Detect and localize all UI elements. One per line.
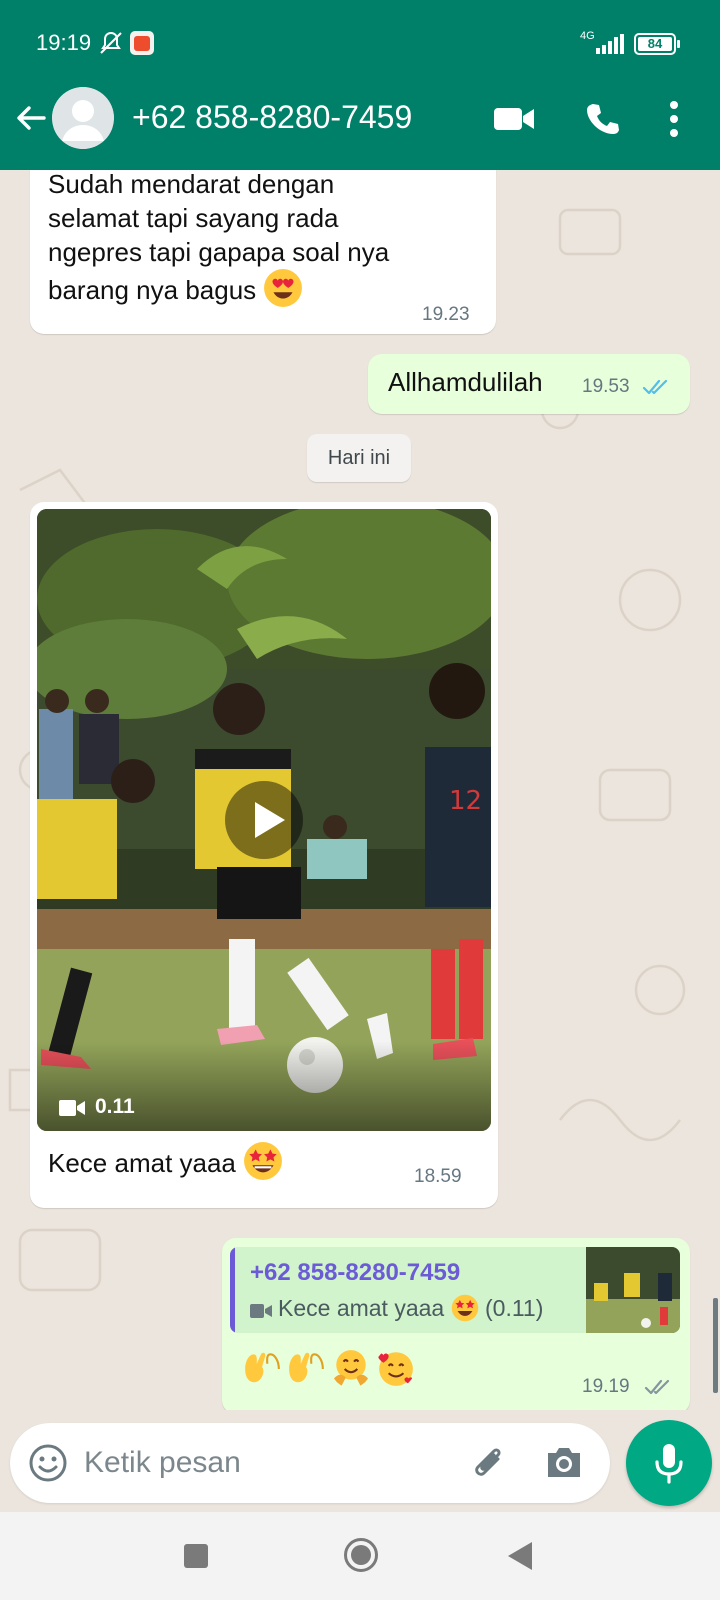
message-line: selamat tapi sayang rada xyxy=(48,203,339,233)
message-time: 19.19 xyxy=(582,1376,630,1397)
message-incoming[interactable]: Sudah mendarat dengan selamat tapi sayan… xyxy=(30,170,496,334)
star-struck-emoji-icon xyxy=(451,1294,478,1322)
message-line: Sudah mendarat dengan xyxy=(48,170,335,199)
emoji-message xyxy=(242,1348,415,1392)
message-time: 19.53 xyxy=(582,376,630,397)
status-time: 19:19 xyxy=(36,30,92,55)
message-caption: Kece amat yaaa xyxy=(48,1142,283,1181)
system-nav-bar xyxy=(0,1512,720,1600)
contact-name[interactable]: +62 858-8280-7459 xyxy=(132,99,412,136)
avatar[interactable] xyxy=(52,87,114,149)
video-camera-icon xyxy=(59,1100,85,1116)
message-outgoing[interactable]: Allhamdulilah 19.53 xyxy=(368,354,690,414)
quoted-video-thumbnail xyxy=(586,1247,680,1333)
svg-text:12: 12 xyxy=(449,786,482,816)
home-icon[interactable] xyxy=(344,1538,378,1572)
message-input[interactable] xyxy=(84,1437,454,1489)
quoted-sender: +62 858-8280-7459 xyxy=(250,1259,461,1286)
date-chip: Hari ini xyxy=(307,434,411,482)
raising-hands-emoji-icon xyxy=(245,1352,280,1383)
back-icon[interactable] xyxy=(508,1542,532,1570)
quote-accent-bar xyxy=(230,1247,235,1333)
quoted-text: Kece amat yaaa (0.11) xyxy=(278,1294,544,1322)
camera-icon[interactable] xyxy=(544,1443,584,1481)
emoji-icon[interactable] xyxy=(28,1443,68,1483)
message-text: Allhamdulilah xyxy=(388,367,543,397)
raising-hands-emoji-icon xyxy=(289,1352,325,1383)
quoted-caption: Kece amat yaaa xyxy=(278,1295,445,1321)
signal-icon xyxy=(596,34,624,54)
message-incoming-video[interactable]: 12 0.11 Kece amat yaaa 18.59 xyxy=(30,502,498,1208)
star-struck-emoji-icon xyxy=(244,1142,283,1181)
play-button[interactable] xyxy=(225,781,303,859)
quoted-duration: (0.11) xyxy=(485,1295,544,1321)
avatar-icon xyxy=(52,87,114,149)
message-outgoing-reply[interactable]: +62 858-8280-7459 Kece amat yaaa (0.11) xyxy=(222,1238,690,1410)
message-time: 18.59 xyxy=(414,1166,462,1187)
recent-apps-icon[interactable] xyxy=(184,1544,208,1568)
read-ticks-icon xyxy=(642,379,668,395)
chat-area[interactable]: Sudah mendarat dengan selamat tapi sayan… xyxy=(0,170,720,1410)
battery-level: 84 xyxy=(638,37,672,51)
message-time: 19.23 xyxy=(422,304,470,325)
heart-eyes-emoji-icon xyxy=(264,269,303,308)
attach-icon[interactable] xyxy=(468,1441,510,1485)
hugging-face-emoji-icon xyxy=(333,1350,369,1386)
status-bar: 19:19 4G 84 xyxy=(0,0,720,88)
message-composer xyxy=(10,1423,610,1503)
shopee-notification-icon xyxy=(130,31,154,55)
message-line-text: barang nya bagus xyxy=(48,275,257,305)
more-vert-icon[interactable] xyxy=(668,99,680,139)
notifications-off-icon xyxy=(100,31,122,54)
voice-record-button[interactable] xyxy=(626,1420,712,1506)
smiling-face-with-hearts-emoji-icon xyxy=(378,1352,414,1386)
delivered-ticks-icon xyxy=(644,1379,670,1395)
voice-call-icon[interactable] xyxy=(584,101,620,137)
video-duration: 0.11 xyxy=(95,1095,135,1118)
quoted-message[interactable]: +62 858-8280-7459 Kece amat yaaa (0.11) xyxy=(230,1247,680,1333)
message-line: barang nya bagus xyxy=(48,269,303,308)
mic-icon xyxy=(655,1444,683,1484)
video-thumbnail[interactable]: 12 0.11 xyxy=(37,509,491,1131)
chat-header: 19:19 4G 84 +62 858-8280-7459 xyxy=(0,0,720,170)
message-line: ngepres tapi gapapa soal nya xyxy=(48,237,390,267)
back-arrow-icon[interactable] xyxy=(12,100,48,136)
video-camera-icon xyxy=(250,1304,272,1318)
caption-text: Kece amat yaaa xyxy=(48,1148,236,1178)
scrollbar[interactable] xyxy=(713,1298,718,1393)
video-call-icon[interactable] xyxy=(492,104,536,134)
network-type: 4G xyxy=(580,30,595,42)
battery-icon: 84 xyxy=(634,33,680,55)
